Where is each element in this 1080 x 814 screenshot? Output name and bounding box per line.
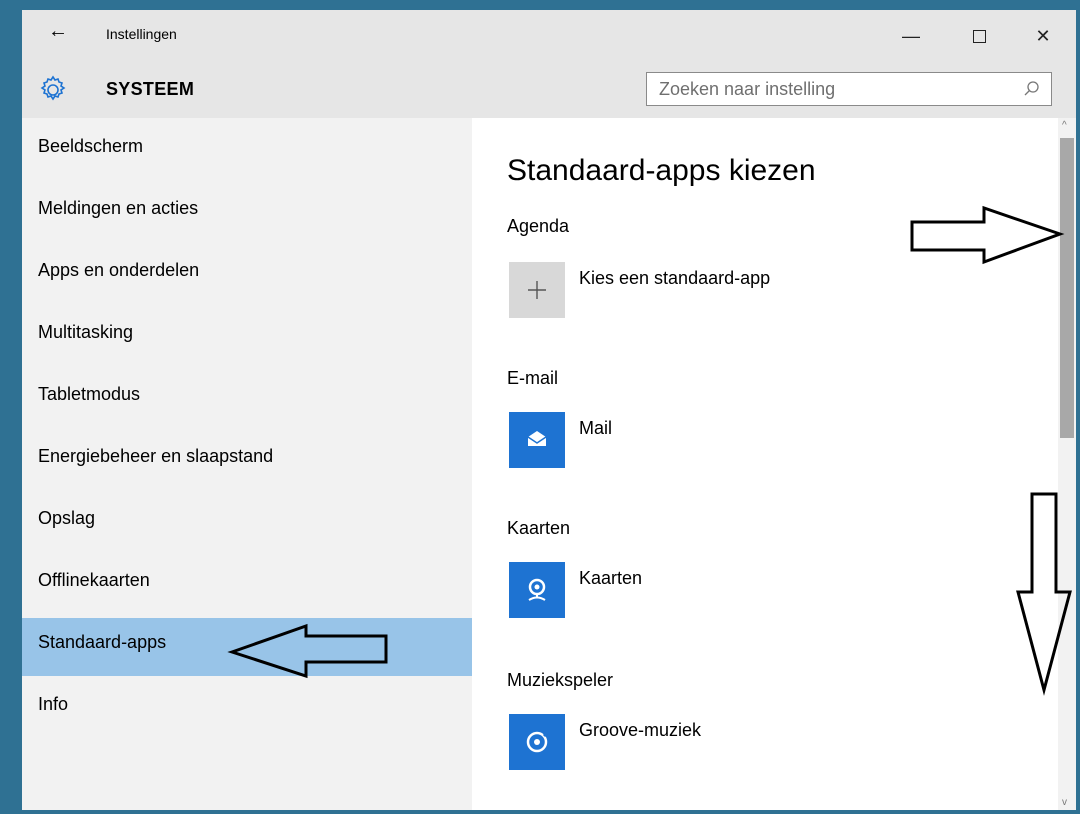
mail-glyph: [527, 431, 547, 446]
sidebar-item-apps[interactable]: Apps en onderdelen: [22, 246, 472, 304]
maps-icon[interactable]: [509, 562, 565, 618]
sidebar-item-label: Offlinekaarten: [38, 570, 150, 590]
sidebar-item-meldingen[interactable]: Meldingen en acties: [22, 184, 472, 242]
sidebar-item-beeldscherm[interactable]: Beeldscherm: [22, 122, 472, 180]
sidebar-item-label: Meldingen en acties: [38, 198, 199, 218]
section-title: SYSTEEM: [106, 79, 195, 99]
sidebar-item-label: Apps en onderdelen: [38, 260, 200, 280]
window-border-bottom: [0, 810, 1080, 814]
window-border-left: [0, 0, 22, 814]
plus-icon[interactable]: [509, 262, 565, 318]
search-icon[interactable]: [1023, 80, 1041, 98]
groove-icon[interactable]: [509, 714, 565, 770]
sidebar-item-multitasking[interactable]: Multitasking: [22, 308, 472, 366]
settings-window: ← Instellingen — ✕ SYSTEEM Zoeken naar i…: [0, 0, 1080, 814]
window-border-top: [0, 0, 1080, 10]
window-border-right: [1076, 0, 1080, 814]
back-arrow-icon[interactable]: ←: [48, 20, 68, 43]
groove-glyph: [526, 731, 549, 753]
sidebar-item-label: Energiebeheer en slaapstand: [38, 446, 274, 466]
muziekspeler-app-name[interactable]: Groove-muziek: [579, 720, 701, 741]
sidebar-item-tabletmodus[interactable]: Tabletmodus: [22, 370, 472, 428]
window-title: Instellingen: [106, 26, 177, 42]
content-pane: Standaard-apps kiezen Agenda Kies een st…: [472, 118, 1058, 810]
maximize-button[interactable]: [956, 20, 1002, 52]
title-bar: ← Instellingen — ✕: [22, 10, 1076, 60]
scroll-up-icon[interactable]: ^: [1062, 120, 1067, 131]
sidebar-item-energiebeheer[interactable]: Energiebeheer en slaapstand: [22, 432, 472, 490]
sidebar: Beeldscherm Meldingen en acties Apps en …: [22, 118, 472, 810]
sidebar-item-label: Multitasking: [38, 322, 134, 342]
email-app-name[interactable]: Mail: [579, 418, 612, 439]
sidebar-item-offlinekaarten[interactable]: Offlinekaarten: [22, 556, 472, 614]
sidebar-item-label: Beeldscherm: [38, 136, 144, 156]
close-button[interactable]: ✕: [1020, 20, 1066, 52]
minimize-icon: —: [902, 25, 920, 46]
scroll-thumb[interactable]: [1060, 138, 1074, 438]
vertical-scrollbar[interactable]: ^ v: [1058, 118, 1076, 810]
settings-header: SYSTEEM Zoeken naar instelling: [22, 60, 1076, 118]
search-input[interactable]: Zoeken naar instelling: [646, 72, 1052, 106]
sidebar-item-info[interactable]: Info: [22, 680, 472, 738]
page-title: Standaard-apps kiezen: [507, 154, 816, 187]
mail-icon[interactable]: [509, 412, 565, 468]
gear-icon: [40, 75, 66, 101]
close-icon: ✕: [1035, 25, 1051, 46]
agenda-app-name[interactable]: Kies een standaard-app: [579, 268, 770, 289]
maximize-icon: [972, 29, 986, 43]
category-email: E-mail: [507, 368, 559, 388]
sidebar-item-label: Tabletmodus: [38, 384, 141, 404]
sidebar-item-standaard-apps[interactable]: Standaard-apps: [22, 618, 472, 676]
category-agenda: Agenda: [507, 216, 570, 236]
search-placeholder: Zoeken naar instelling: [659, 79, 836, 99]
kaarten-app-name[interactable]: Kaarten: [579, 568, 642, 589]
sidebar-item-label: Opslag: [38, 508, 96, 528]
category-muziekspeler: Muziekspeler: [507, 670, 614, 690]
category-kaarten: Kaarten: [507, 518, 571, 538]
sidebar-item-label: Standaard-apps: [38, 632, 167, 652]
maps-glyph: [528, 578, 546, 601]
sidebar-item-label: Info: [38, 694, 69, 714]
plus-glyph: [528, 281, 546, 299]
minimize-button[interactable]: —: [888, 20, 934, 52]
scroll-down-icon[interactable]: v: [1062, 797, 1067, 808]
sidebar-item-opslag[interactable]: Opslag: [22, 494, 472, 552]
